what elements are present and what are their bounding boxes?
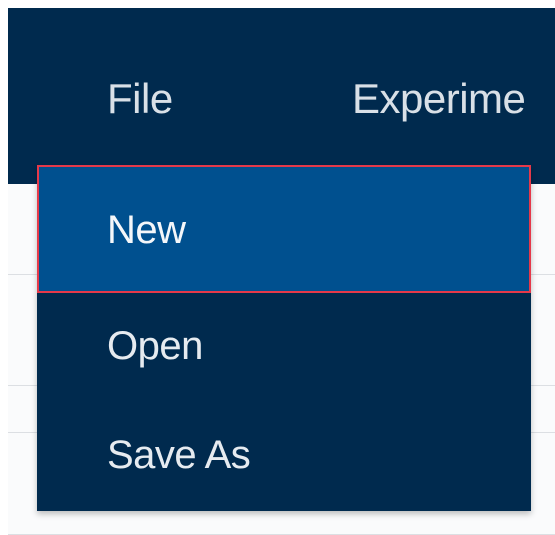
menu-item-open[interactable]: Open xyxy=(37,293,531,400)
menu-item-new[interactable]: New xyxy=(37,165,531,293)
file-dropdown-menu: New Open Save As xyxy=(37,165,531,511)
menu-item-save-as[interactable]: Save As xyxy=(37,400,531,511)
menu-file[interactable]: File xyxy=(107,72,173,126)
menu-bar: File Experime xyxy=(8,8,555,184)
menu-experiments[interactable]: Experime xyxy=(352,72,526,126)
